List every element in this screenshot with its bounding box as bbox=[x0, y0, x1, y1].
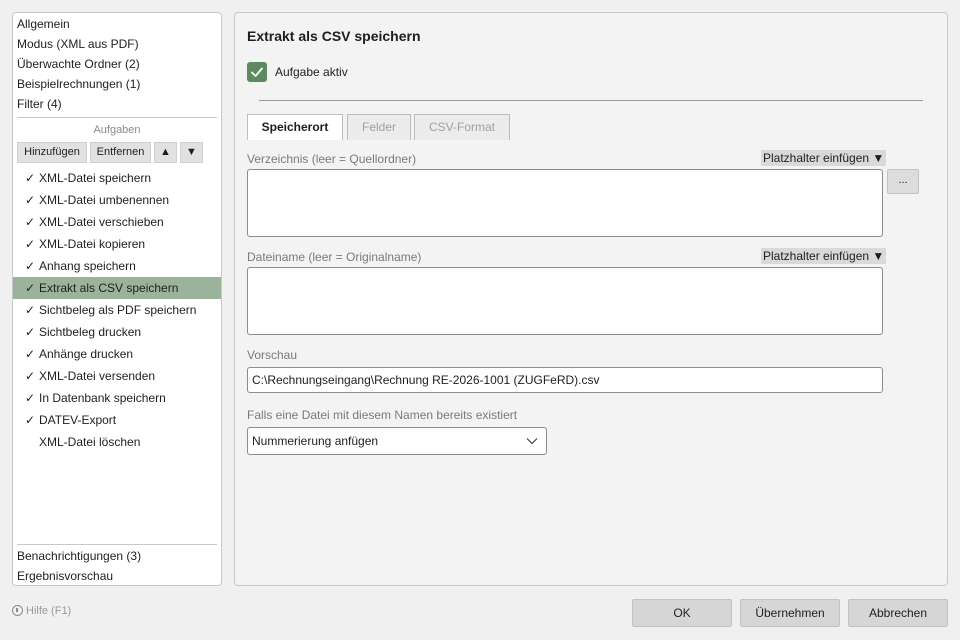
filename-label: Dateiname (leer = Originalname) bbox=[247, 250, 422, 264]
task-label: XML-Datei löschen bbox=[39, 435, 141, 449]
task-check-mark: ✓ bbox=[25, 347, 36, 361]
task-item[interactable]: XML-Datei löschen bbox=[13, 431, 221, 453]
task-item[interactable]: ✓ XML-Datei kopieren bbox=[13, 233, 221, 255]
page-title: Extrakt als CSV speichern bbox=[247, 28, 421, 44]
nav-item-ueberwachte-ordner[interactable]: Überwachte Ordner (2) bbox=[17, 54, 140, 74]
task-label: Extrakt als CSV speichern bbox=[39, 281, 179, 295]
task-check-mark: ✓ bbox=[25, 193, 36, 207]
nav-item-modus[interactable]: Modus (XML aus PDF) bbox=[17, 34, 139, 54]
cancel-button[interactable]: Abbrechen bbox=[848, 599, 948, 627]
task-label: Anhänge drucken bbox=[39, 347, 134, 361]
task-check-mark: ✓ bbox=[25, 303, 36, 317]
task-label: Sichtbeleg drucken bbox=[39, 325, 142, 339]
task-active-checkbox[interactable] bbox=[247, 62, 267, 82]
task-item[interactable]: ✓ Anhänge drucken bbox=[13, 343, 221, 365]
task-item[interactable]: ✓ DATEV-Export bbox=[13, 409, 221, 431]
nav-item-benachrichtigungen[interactable]: Benachrichtigungen (3) bbox=[17, 546, 141, 566]
task-check-mark: ✓ bbox=[25, 391, 36, 405]
task-settings-panel: Extrakt als CSV speichern Aufgabe aktiv … bbox=[234, 12, 948, 586]
nav-item-filter[interactable]: Filter (4) bbox=[17, 94, 62, 114]
add-task-button[interactable]: Hinzufügen bbox=[17, 142, 87, 163]
separator bbox=[259, 100, 923, 101]
task-label: XML-Datei versenden bbox=[39, 369, 156, 383]
task-label: In Datenbank speichern bbox=[39, 391, 166, 405]
move-down-button[interactable]: ▼ bbox=[180, 142, 203, 163]
task-item[interactable]: ✓ Anhang speichern bbox=[13, 255, 221, 277]
task-item[interactable]: ✓ Extrakt als CSV speichern bbox=[13, 277, 221, 299]
ok-button[interactable]: OK bbox=[632, 599, 732, 627]
settings-sidebar: Allgemein Modus (XML aus PDF) Überwachte… bbox=[12, 12, 222, 586]
remove-task-button[interactable]: Entfernen bbox=[90, 142, 151, 163]
task-item[interactable]: ✓ XML-Datei verschieben bbox=[13, 211, 221, 233]
task-item[interactable]: ✓ Sichtbeleg als PDF speichern bbox=[13, 299, 221, 321]
tab-csv-format[interactable]: CSV-Format bbox=[414, 114, 510, 140]
task-label: Anhang speichern bbox=[39, 259, 136, 273]
filename-placeholder-button[interactable]: Platzhalter einfügen ▼ bbox=[761, 248, 887, 264]
file-exists-select[interactable]: Nummerierung anfügen bbox=[247, 427, 547, 455]
directory-label: Verzeichnis (leer = Quellordner) bbox=[247, 152, 417, 166]
check-icon bbox=[251, 67, 263, 77]
task-item[interactable]: ✓ XML-Datei versenden bbox=[13, 365, 221, 387]
help-label: Hilfe (F1) bbox=[26, 605, 72, 617]
task-item[interactable]: ✓ XML-Datei speichern bbox=[13, 167, 221, 189]
sidebar-divider bbox=[17, 544, 217, 545]
preview-field[interactable]: C:\Rechnungseingang\Rechnung RE-2026-100… bbox=[247, 367, 883, 393]
task-check-mark: ✓ bbox=[25, 259, 36, 273]
task-active-label: Aufgabe aktiv bbox=[275, 65, 348, 79]
directory-placeholder-button[interactable]: Platzhalter einfügen ▼ bbox=[761, 150, 887, 166]
task-label: XML-Datei speichern bbox=[39, 171, 152, 185]
filename-field[interactable] bbox=[247, 267, 883, 335]
task-label: XML-Datei kopieren bbox=[39, 237, 146, 251]
file-exists-value: Nummerierung anfügen bbox=[252, 434, 379, 448]
task-check-mark: ✓ bbox=[25, 171, 36, 185]
sidebar-divider bbox=[17, 117, 217, 118]
task-label: XML-Datei verschieben bbox=[39, 215, 164, 229]
task-label: DATEV-Export bbox=[39, 413, 117, 427]
info-icon bbox=[12, 605, 23, 616]
tab-felder[interactable]: Felder bbox=[347, 114, 411, 140]
chevron-down-icon bbox=[526, 438, 538, 445]
move-up-button[interactable]: ▲ bbox=[154, 142, 177, 163]
preview-label: Vorschau bbox=[247, 348, 298, 362]
help-link[interactable]: Hilfe (F1) bbox=[12, 605, 71, 617]
task-check-mark: ✓ bbox=[25, 237, 36, 251]
task-item[interactable]: ✓ In Datenbank speichern bbox=[13, 387, 221, 409]
task-check-mark: ✓ bbox=[25, 281, 36, 295]
nav-item-allgemein[interactable]: Allgemein bbox=[17, 14, 70, 34]
task-label: Sichtbeleg als PDF speichern bbox=[39, 303, 197, 317]
nav-item-beispielrechnungen[interactable]: Beispielrechnungen (1) bbox=[17, 74, 140, 94]
nav-item-ergebnisvorschau[interactable]: Ergebnisvorschau bbox=[17, 566, 113, 586]
tasks-heading: Aufgaben bbox=[93, 124, 141, 136]
apply-button[interactable]: Übernehmen bbox=[740, 599, 840, 627]
task-check-mark: ✓ bbox=[25, 369, 36, 383]
directory-field[interactable] bbox=[247, 169, 883, 237]
tab-speicherort[interactable]: Speicherort bbox=[247, 114, 343, 140]
task-label: XML-Datei umbenennen bbox=[39, 193, 170, 207]
task-check-mark: ✓ bbox=[25, 215, 36, 229]
task-item[interactable]: ✓ Sichtbeleg drucken bbox=[13, 321, 221, 343]
task-check-mark: ✓ bbox=[25, 413, 36, 427]
task-check-mark: ✓ bbox=[25, 325, 36, 339]
file-exists-label: Falls eine Datei mit diesem Namen bereit… bbox=[247, 408, 518, 422]
browse-button[interactable]: ... bbox=[887, 169, 919, 194]
task-item[interactable]: ✓ XML-Datei umbenennen bbox=[13, 189, 221, 211]
